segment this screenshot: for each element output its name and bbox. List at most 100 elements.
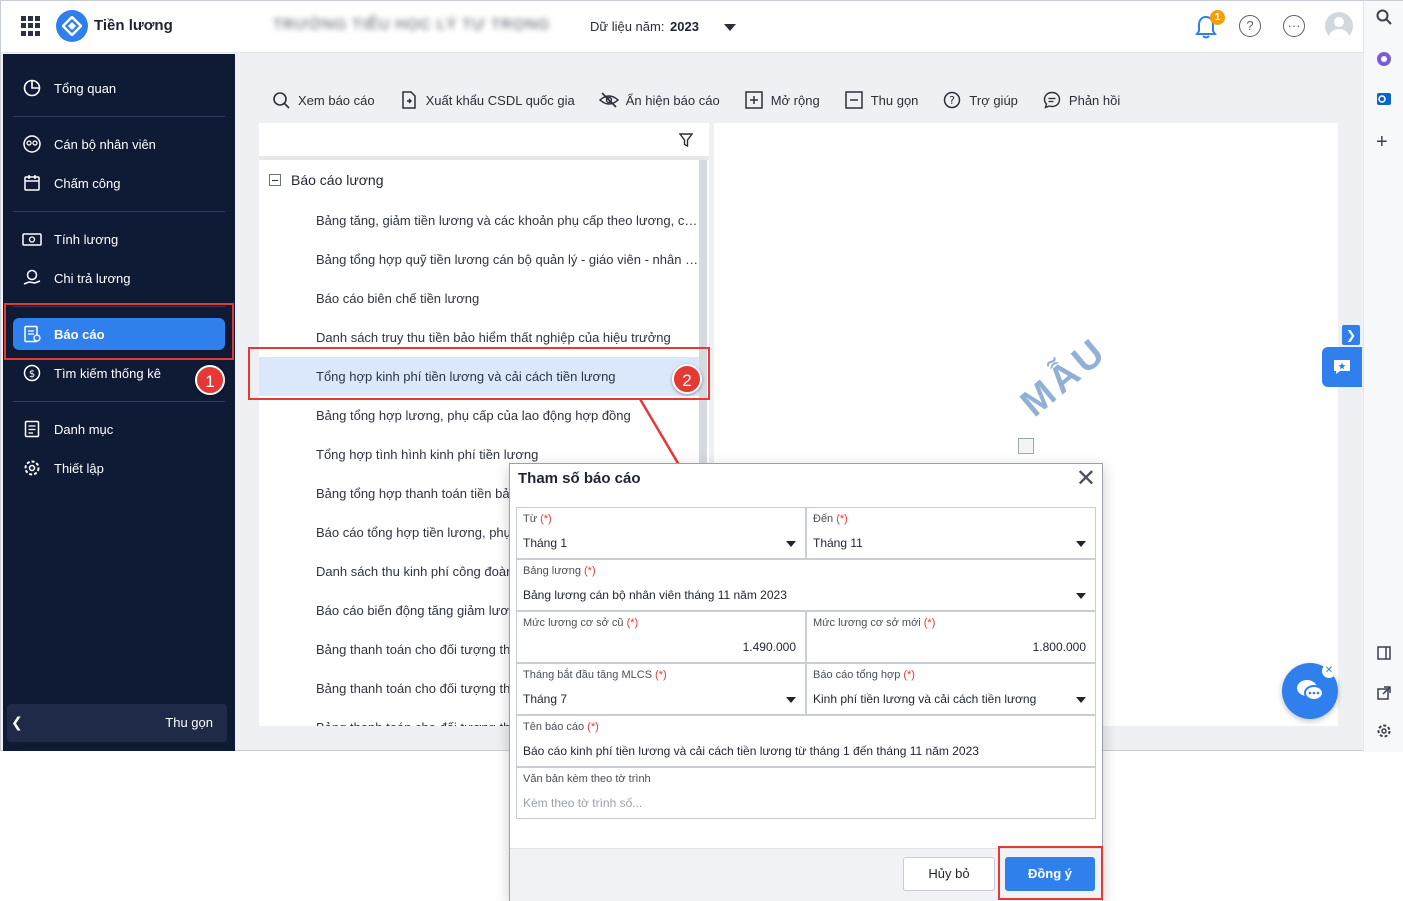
collapse-group-icon[interactable] [269,174,281,186]
app-logo-icon [56,10,88,42]
sidebar: Tổng quan Cán bộ nhân viên Chấm công Tín… [3,54,235,751]
toggle-report-button[interactable]: Ẩn hiện báo cáo [598,87,720,113]
sidebar-divider [13,116,225,117]
feedback-button[interactable]: Phản hồi [1042,87,1120,113]
broken-image-icon [1018,438,1034,454]
right-rail: + [1363,1,1403,752]
summary-report-select[interactable]: Báo cáo tổng hợp (*) Kinh phí tiền lương … [806,663,1096,715]
highlight-reports-menu [4,303,234,360]
minus-box-icon [844,90,864,110]
sidebar-item-staff[interactable]: Cán bộ nhân viên [13,128,225,160]
attachment-field[interactable]: Văn bản kèm theo tờ trình Kèm theo tờ tr… [516,767,1096,819]
from-month-select[interactable]: Từ (*) Tháng 1 [516,507,806,559]
sidebar-collapse-button[interactable]: ❮ Thu gọn [7,704,227,742]
sidebar-divider [13,211,225,212]
svg-text:?: ? [949,94,955,107]
pay-icon [21,267,43,289]
chevron-right-icon[interactable]: ❯ [1342,325,1360,345]
highlight-selected-report [248,347,710,400]
expand-button[interactable]: Mở rộng [744,87,820,113]
highlight-confirm-button [998,846,1103,900]
start-month-select[interactable]: Tháng bắt đầu tăng MLCS (*) Tháng 7 [516,663,806,715]
users-icon [21,133,43,155]
copilot-icon[interactable] [1376,51,1392,71]
export-button[interactable]: Xuất khẩu CSDL quốc gia [399,87,575,113]
svg-text:$: $ [29,369,35,380]
feedback-tab[interactable] [1322,347,1362,387]
view-report-button[interactable]: Xem báo cáo [271,87,375,113]
notification-badge: 1 [1210,10,1225,25]
sidebar-item-label: Tính lương [54,231,119,247]
chat-icon [1042,90,1062,110]
report-name-field[interactable]: Tên báo cáo (*) Báo cáo kinh phí tiền lươ… [516,715,1096,767]
dialog-title: Tham số báo cáo [518,470,641,487]
year-value[interactable]: 2023 [670,19,699,34]
sidebar-item-label: Chấm công [54,175,121,191]
caret-down-icon [1076,541,1086,547]
old-base-salary-field[interactable]: Mức lương cơ sở cũ (*) 1.490.000 [516,611,806,663]
close-icon[interactable]: ✕ [1076,467,1096,491]
pie-chart-icon [21,77,43,99]
report-item[interactable]: Bảng tăng, giảm tiền lương và các khoản … [259,201,699,240]
caret-down-icon [786,541,796,547]
close-chat-icon[interactable]: ✕ [1322,664,1336,678]
chevron-left-icon: ❮ [11,714,23,730]
report-item[interactable]: Báo cáo biên chế tiền lương [259,279,699,318]
more-icon[interactable]: ··· [1283,15,1305,37]
step-badge-1: 1 [195,365,225,395]
gear-icon [21,457,43,479]
question-icon: ? [942,90,962,110]
apps-grid-icon[interactable] [21,16,41,36]
sidebar-item-label: Chi trả lương [54,270,131,286]
message-icon [1334,360,1350,374]
sidebar-item-settings[interactable]: Thiết lập [13,452,225,484]
sidebar-item-catalog[interactable]: Danh mục [13,413,225,445]
cancel-button[interactable]: Hủy bỏ [903,857,995,891]
export-file-icon [399,90,419,110]
year-dropdown-icon[interactable] [724,24,736,31]
report-item[interactable]: Bảng tổng hợp quỹ tiền lương cán bộ quản… [259,240,699,279]
sidebar-item-label: Tổng quan [54,80,117,96]
sidebar-divider [13,401,225,402]
search-icon [271,90,291,110]
year-label: Dữ liệu năm: [590,19,665,34]
open-external-icon[interactable] [1376,685,1392,705]
payroll-select[interactable]: Bảng lương (*) Bảng lương cán bộ nhân viê… [516,559,1096,611]
sidebar-item-overview[interactable]: Tổng quan [13,72,225,104]
avatar[interactable] [1325,12,1353,40]
sidebar-item-search-stats[interactable]: $ Tìm kiếm thống kê [13,357,225,389]
sidebar-item-attendance[interactable]: Chấm công [13,167,225,199]
sidebar-toggle-icon[interactable] [1376,645,1392,665]
top-bar: Tiền lương TRƯỜNG TIỂU HỌC LÝ TỰ TRỌNG D… [1,1,1363,53]
eye-off-icon [598,90,619,110]
search-icon[interactable] [1376,9,1392,29]
help-icon[interactable]: ? [1239,15,1261,37]
outlook-icon[interactable] [1376,91,1392,111]
sidebar-item-label: Cán bộ nhân viên [54,136,156,152]
sidebar-item-payroll[interactable]: Tính lương [13,223,225,255]
plus-box-icon [744,90,764,110]
school-name: TRƯỜNG TIỂU HỌC LÝ TỰ TRỌNG [273,16,551,33]
money-icon [21,228,43,250]
sidebar-item-label: Danh mục [54,421,114,437]
report-group[interactable]: Báo cáo lương [269,172,384,188]
calendar-icon [21,172,43,194]
settings-icon[interactable] [1376,723,1392,743]
list-divider [259,156,709,160]
add-icon[interactable]: + [1376,131,1388,154]
to-month-select[interactable]: Đến (*) Tháng 11 [806,507,1096,559]
sidebar-item-payment[interactable]: Chi trả lương [13,262,225,294]
sidebar-item-label: Tìm kiếm thống kê [54,365,161,381]
app-name: Tiền lương [94,17,173,34]
filter-icon[interactable] [678,133,694,152]
step-badge-2: 2 [672,364,702,394]
help-button[interactable]: ? Trợ giúp [942,87,1018,113]
chat-bubbles-icon [1297,680,1324,701]
caret-down-icon [1076,697,1086,703]
list-icon [21,418,43,440]
caret-down-icon [786,697,796,703]
report-params-dialog: Tham số báo cáo ✕ Từ (*) Tháng 1 Đến (*) T… [509,463,1103,901]
new-base-salary-field[interactable]: Mức lương cơ sở mới (*) 1.800.000 [806,611,1096,663]
report-toolbar: Xem báo cáo Xuất khẩu CSDL quốc gia Ẩn h… [271,87,1144,113]
collapse-button[interactable]: Thu gọn [844,87,918,113]
